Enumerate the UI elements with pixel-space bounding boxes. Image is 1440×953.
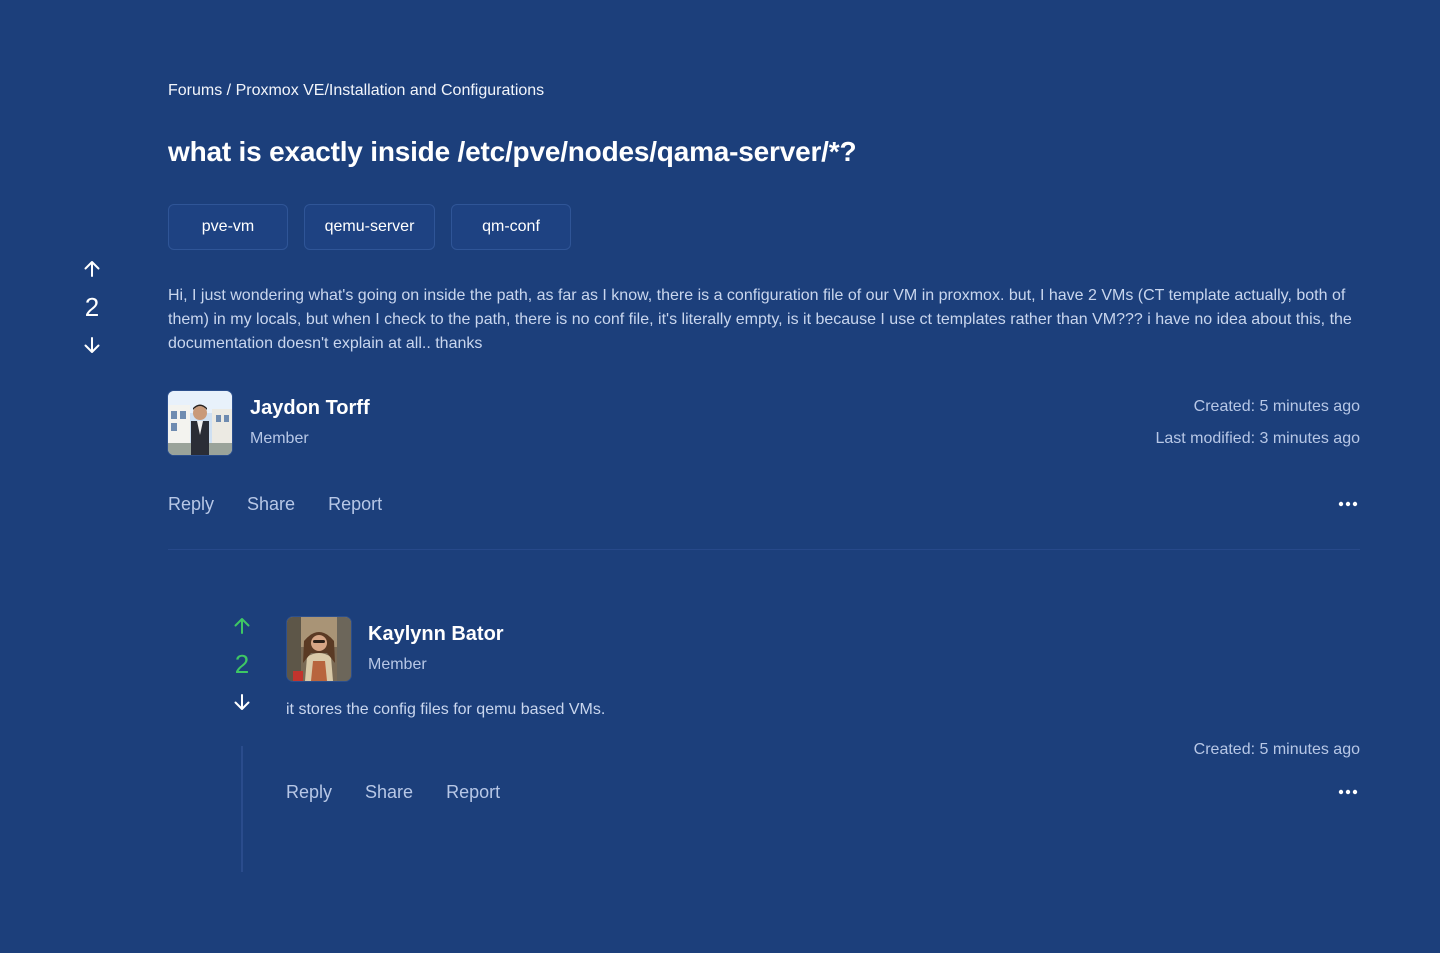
post-body: Hi, I just wondering what's going on ins… — [168, 287, 1352, 352]
modified-timestamp: Last modified: 3 minutes ago — [1155, 430, 1360, 447]
report-button[interactable]: Report — [328, 494, 382, 515]
breadcrumb[interactable]: Forums / Proxmox VE/Installation and Con… — [168, 82, 544, 100]
tag-list: pve-vm qemu-server qm-conf — [168, 204, 571, 250]
reply-vote-count: 2 — [234, 649, 250, 679]
divider — [168, 549, 1360, 550]
arrow-down-icon[interactable] — [232, 692, 252, 712]
arrow-up-icon[interactable] — [82, 259, 102, 279]
reply-button[interactable]: Reply — [286, 782, 332, 803]
created-timestamp: Created: 5 minutes ago — [1193, 398, 1360, 415]
reply-body: it stores the config files for qemu base… — [286, 701, 606, 718]
avatar-image — [168, 391, 232, 455]
share-button[interactable]: Share — [247, 494, 295, 515]
tag-pve-vm[interactable]: pve-vm — [168, 204, 288, 250]
author-role: Member — [250, 430, 309, 447]
reply-button[interactable]: Reply — [168, 494, 214, 515]
tag-qemu-server[interactable]: qemu-server — [304, 204, 435, 250]
share-button[interactable]: Share — [365, 782, 413, 803]
more-horizontal-icon[interactable] — [1338, 501, 1358, 507]
author-name[interactable]: Jaydon Torff — [250, 397, 370, 420]
post-actions: Reply Share Report — [168, 494, 382, 515]
avatar[interactable] — [168, 391, 232, 455]
reply-author-name[interactable]: Kaylynn Bator — [368, 623, 504, 646]
thread-title: what is exactly inside /etc/pve/nodes/qa… — [168, 136, 857, 167]
reply-author-role: Member — [368, 656, 427, 673]
thread-line — [241, 746, 243, 872]
reply-avatar[interactable] — [287, 617, 351, 681]
report-button[interactable]: Report — [446, 782, 500, 803]
arrow-up-icon[interactable] — [232, 616, 252, 636]
avatar-image — [287, 617, 351, 681]
forum-thread-page: Forums / Proxmox VE/Installation and Con… — [0, 0, 1440, 953]
reply-created-timestamp: Created: 5 minutes ago — [1193, 741, 1360, 758]
reply-actions: Reply Share Report — [286, 782, 500, 803]
reply-vote-control: 2 — [232, 616, 252, 712]
tag-qm-conf[interactable]: qm-conf — [451, 204, 571, 250]
arrow-down-icon[interactable] — [82, 335, 102, 355]
post-vote-control: 2 — [82, 259, 102, 355]
post-vote-count: 2 — [84, 292, 100, 322]
more-horizontal-icon[interactable] — [1338, 789, 1358, 795]
